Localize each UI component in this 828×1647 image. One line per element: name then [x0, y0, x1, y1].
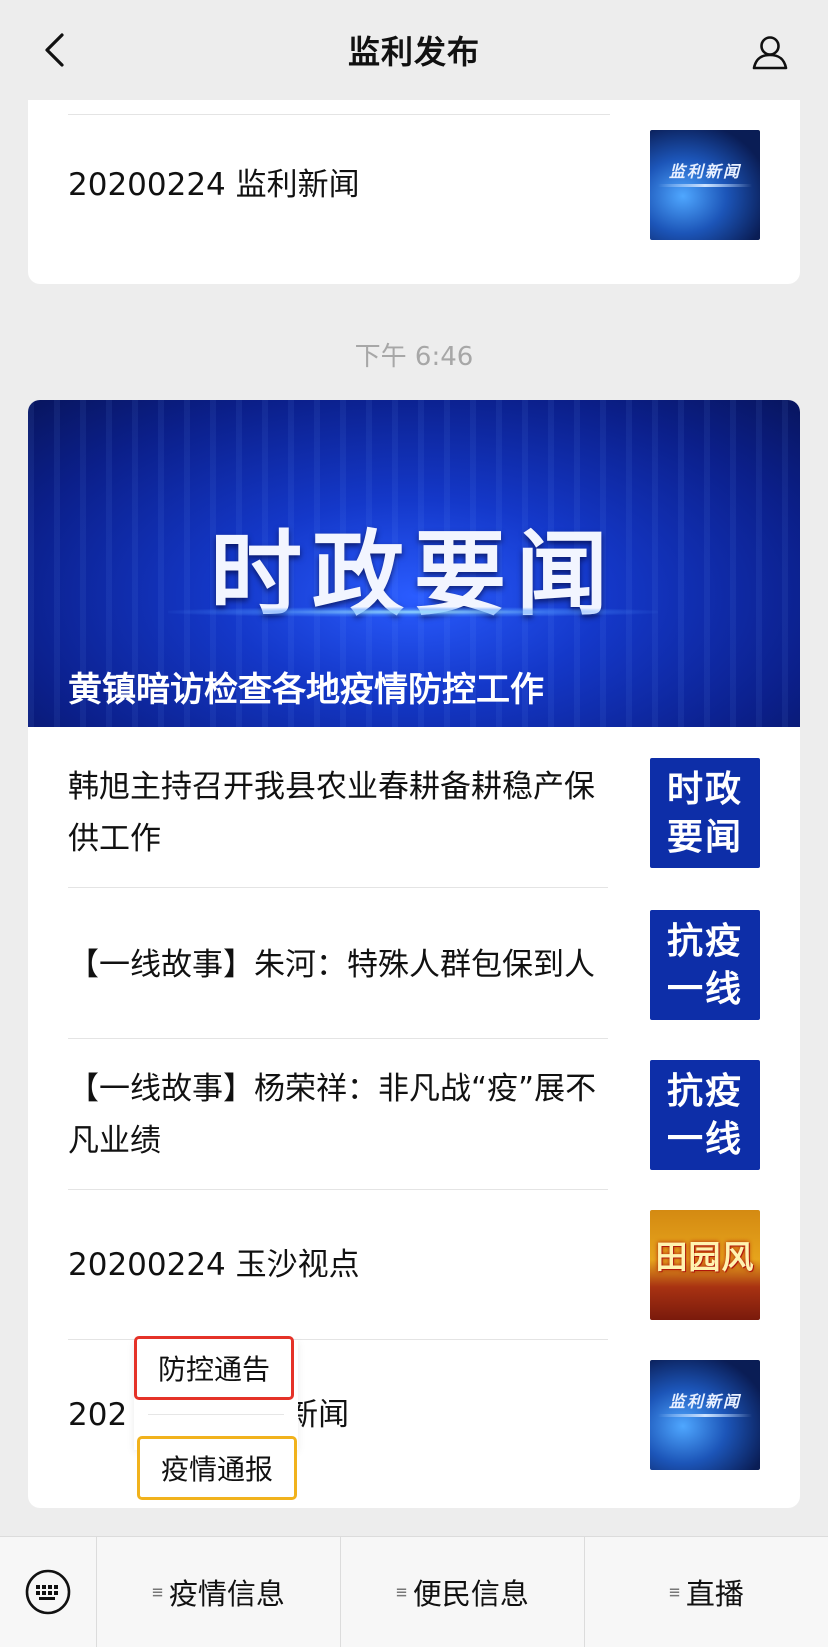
news-thumbnail-icon: 监利新闻 — [650, 1360, 760, 1470]
thumbnail-glow — [658, 1414, 752, 1417]
submenu-item-prevention-notice[interactable]: 防控通告 — [134, 1336, 294, 1400]
menu-public-info[interactable]: ≡ 便民信息 — [340, 1537, 584, 1647]
article-title: 韩旭主持召开我县农业春耕备耕稳产保供工作 — [68, 769, 595, 857]
article-title: 20200224 玉沙视点 — [68, 1247, 360, 1283]
thumbnail-glow — [658, 184, 752, 187]
article-row[interactable]: 【一线故事】杨荣祥：非凡战“疫”展不凡业绩 抗疫 一线 — [68, 1060, 760, 1170]
profile-button[interactable] — [748, 30, 792, 74]
divider — [148, 1414, 284, 1415]
banner-glow-line — [168, 607, 658, 617]
message-timestamp: 下午 6:46 — [354, 342, 474, 372]
menu-label: 疫情信息 — [168, 1577, 285, 1611]
news-thumbnail-icon: 监利新闻 — [650, 130, 760, 240]
page-title: 监利发布 — [347, 33, 480, 71]
thumbnail-label: 田园风 — [655, 1238, 755, 1276]
menu-list-icon: ≡ — [152, 1581, 163, 1603]
user-icon — [752, 36, 788, 70]
epidemic-thumbnail-icon: 抗疫 一线 — [650, 910, 760, 1020]
cover-banner[interactable]: 时政要闻 黄镇暗访检查各地疫情防控工作 — [28, 400, 800, 727]
keyboard-toggle-button[interactable] — [0, 1537, 96, 1647]
politics-thumbnail-icon: 时政 要闻 — [650, 758, 760, 868]
divider — [68, 1189, 608, 1190]
thumbnail-label: 一线 — [666, 1118, 743, 1160]
menu-list-icon: ≡ — [669, 1581, 680, 1603]
divider — [68, 1038, 608, 1039]
divider — [68, 114, 610, 115]
menu-live[interactable]: ≡ 直播 — [584, 1537, 828, 1647]
thumbnail-label: 抗疫 — [666, 920, 743, 962]
submenu-popup: 防控通告 疫情通报 — [134, 1336, 298, 1500]
thumbnail-label: 监利新闻 — [668, 162, 741, 181]
bottom-menu-bar: ≡ 疫情信息 ≡ 便民信息 ≡ 直播 — [0, 1536, 828, 1647]
banner-caption: 黄镇暗访检查各地疫情防控工作 — [68, 670, 544, 710]
submenu-item-epidemic-report[interactable]: 疫情通报 — [137, 1436, 297, 1500]
article-row[interactable]: 韩旭主持召开我县农业春耕备耕稳产保供工作 时政 要闻 — [68, 758, 760, 868]
article-title: 【一线故事】杨荣祥：非凡战“疫”展不凡业绩 — [68, 1071, 597, 1159]
article-row[interactable]: 20200224 玉沙视点 田园风 — [68, 1210, 760, 1320]
menu-list-icon: ≡ — [396, 1581, 407, 1603]
nav-bar: 监利发布 — [0, 0, 828, 100]
chevron-left-icon — [45, 33, 64, 67]
article-title-start: 202 — [68, 1397, 128, 1433]
thumbnail-label: 时政 — [666, 768, 743, 810]
article-row[interactable]: 【一线故事】朱河：特殊人群包保到人 抗疫 一线 — [68, 910, 760, 1020]
menu-label: 便民信息 — [412, 1577, 529, 1611]
article-title: 20200224 监利新闻 — [68, 167, 360, 203]
epidemic-thumbnail-icon: 抗疫 一线 — [650, 1060, 760, 1170]
thumbnail-label: 监利新闻 — [668, 1392, 741, 1411]
divider — [68, 887, 608, 888]
countryside-thumbnail-icon: 田园风 — [650, 1210, 760, 1320]
article-row[interactable]: 20200224 监利新闻 监利新闻 — [68, 130, 760, 240]
keyboard-icon — [25, 1569, 71, 1615]
thumbnail-label: 一线 — [666, 968, 743, 1010]
menu-label: 直播 — [685, 1577, 744, 1611]
back-button[interactable] — [34, 30, 74, 70]
article-card-previous: 20200224 监利新闻 监利新闻 — [28, 100, 800, 284]
menu-epidemic-info[interactable]: ≡ 疫情信息 — [96, 1537, 340, 1647]
article-title: 【一线故事】朱河：特殊人群包保到人 — [68, 947, 595, 983]
thumbnail-label: 抗疫 — [666, 1070, 743, 1112]
thumbnail-label: 要闻 — [666, 816, 743, 858]
